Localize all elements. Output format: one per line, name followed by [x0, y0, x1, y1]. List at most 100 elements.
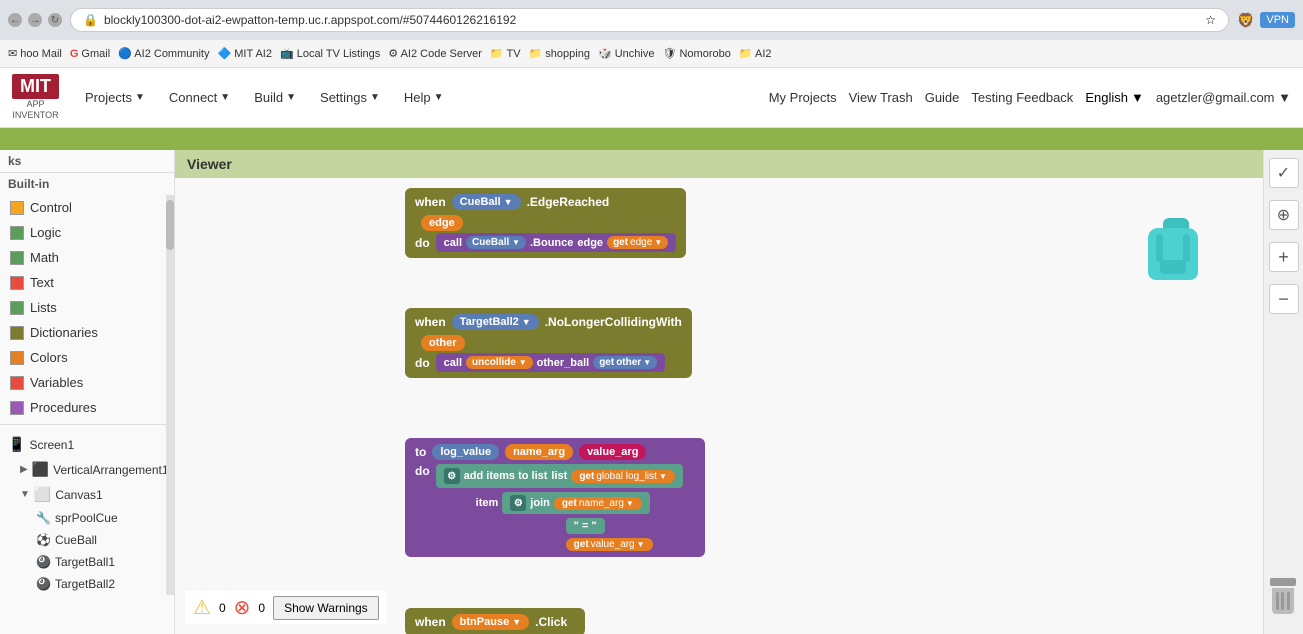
backpack[interactable]: [1148, 218, 1203, 283]
sidebar-item-logic[interactable]: Logic: [0, 220, 174, 245]
do-row-1: do call CueBall ▼ .Bounce edge get edge …: [415, 233, 676, 252]
block-when-targetball2-nolongercolliding[interactable]: when TargetBall2 ▼ .NoLongerCollidingWit…: [405, 308, 692, 378]
refresh-button[interactable]: ↻: [48, 13, 62, 27]
app-inventor-label: APPINVENTOR: [12, 99, 58, 121]
sidebar-item-variables[interactable]: Variables: [0, 370, 174, 395]
control-color-box: [10, 201, 24, 215]
nav-build[interactable]: Build ▼: [244, 84, 306, 111]
bookmark-unchive[interactable]: 🎲 Unchive: [598, 47, 655, 60]
back-button[interactable]: ←: [8, 13, 22, 27]
item-join-row: item ⚙ join get name_arg ▼: [436, 492, 683, 514]
param-row-1: edge: [415, 214, 676, 229]
guide-link[interactable]: Guide: [925, 90, 960, 105]
bookmark-gmail[interactable]: G Gmail: [70, 48, 110, 60]
cueball-label: CueBall: [55, 533, 97, 547]
name-arg-param: name_arg: [505, 444, 573, 460]
my-projects-link[interactable]: My Projects: [769, 90, 837, 105]
sidebar-item-control-label: Control: [30, 200, 72, 215]
show-warnings-button[interactable]: Show Warnings: [273, 596, 379, 620]
expand-icon: ▶: [20, 464, 28, 475]
when-header-3: when btnPause ▼ .Click: [415, 614, 575, 630]
bookmark-hoomail[interactable]: ✉ hoo Mail: [8, 47, 62, 60]
zoom-out-icon[interactable]: −: [1269, 284, 1299, 314]
call-cueball-bounce: call CueBall ▼ .Bounce edge get edge ▼: [436, 233, 677, 252]
sidebar-item-colors-label: Colors: [30, 350, 68, 365]
sidebar-item-control[interactable]: Control: [0, 195, 174, 220]
block-when-btnpause-click[interactable]: when btnPause ▼ .Click: [405, 608, 585, 634]
block-proc-log-value[interactable]: to log_value name_arg value_arg do ⚙: [405, 438, 705, 557]
bookmark-nomorobo[interactable]: 🛡 Nomorobo: [662, 47, 730, 60]
do-label-1: do: [415, 236, 430, 250]
bookmark-ai2community[interactable]: 🔵 AI2 Community: [118, 47, 209, 60]
user-email[interactable]: agetzler@gmail.com ▼: [1156, 90, 1291, 105]
url-text: blockly100300-dot-ai2-ewpatton-temp.uc.r…: [104, 13, 1199, 27]
tree-cueball[interactable]: ⚽ CueBall: [0, 529, 174, 551]
right-panel: ✓ ⊕ + −: [1263, 150, 1303, 634]
backpack-container: [1148, 218, 1203, 283]
view-trash-link[interactable]: View Trash: [849, 90, 913, 105]
blocks-canvas: when CueBall ▼ .EdgeReached edge do call…: [185, 188, 1253, 624]
tree-screen1[interactable]: 📱 Screen1: [0, 432, 174, 457]
sidebar-item-dictionaries[interactable]: Dictionaries: [0, 320, 174, 345]
sidebar-item-colors[interactable]: Colors: [0, 345, 174, 370]
dictionaries-color-box: [10, 326, 24, 340]
language-selector[interactable]: English ▼: [1085, 90, 1144, 105]
sidebar-item-math-label: Math: [30, 250, 59, 265]
sidebar-item-dictionaries-label: Dictionaries: [30, 325, 98, 340]
trash-line-2: [1281, 592, 1284, 610]
viewer-content[interactable]: when CueBall ▼ .EdgeReached edge do call…: [175, 178, 1263, 634]
target-icon[interactable]: ⊕: [1269, 200, 1299, 230]
sidebar-item-math[interactable]: Math: [0, 245, 174, 270]
nav-projects[interactable]: Projects ▼: [75, 84, 155, 111]
bookmark-mitai2[interactable]: 🔷 MIT AI2: [218, 47, 272, 60]
nav-help[interactable]: Help ▼: [394, 84, 454, 111]
btnpause-ref: btnPause ▼: [452, 614, 529, 630]
scrollbar-track: [166, 195, 174, 595]
checkmark-icon[interactable]: ✓: [1269, 158, 1299, 188]
add-items-label: add items to list: [464, 470, 548, 482]
backpack-pocket: [1160, 260, 1186, 274]
header-actions: My Projects View Trash Guide Testing Fee…: [769, 90, 1291, 105]
bookmark-ai2codeserver[interactable]: ⚙ AI2 Code Server: [388, 47, 482, 60]
bookmarks-bar: ✉ hoo Mail G Gmail 🔵 AI2 Community 🔷 MIT…: [0, 40, 1303, 68]
when-label-1: when: [415, 195, 446, 209]
app-header: MIT APPINVENTOR Projects ▼ Connect ▼ Bui…: [0, 68, 1303, 128]
trash-line-1: [1276, 592, 1279, 610]
tree-canvas1[interactable]: ▼ ⬜ Canvas1: [0, 482, 174, 507]
scrollbar-thumb[interactable]: [166, 200, 174, 250]
shield-icon: 🦁: [1237, 12, 1254, 29]
do-row-2: do call uncollide ▼ other_ball get other…: [415, 353, 682, 372]
bookmark-ai2[interactable]: 📁 AI2: [739, 47, 772, 60]
tree-sprpoolcue[interactable]: 🔧 sprPoolCue: [0, 507, 174, 529]
ball2-icon: 🎱: [36, 577, 51, 591]
sidebar-item-text[interactable]: Text: [0, 270, 174, 295]
tree-targetball2[interactable]: 🎱 TargetBall2: [0, 573, 174, 595]
nav-settings[interactable]: Settings ▼: [310, 84, 390, 111]
forward-button[interactable]: →: [28, 13, 42, 27]
get-edge-block: get edge ▼: [607, 236, 668, 249]
screen1-label: Screen1: [29, 438, 74, 452]
bookmark-shopping[interactable]: 📁 shopping: [529, 47, 590, 60]
targetball1-label: TargetBall1: [55, 555, 115, 569]
url-bar[interactable]: 🔒 blockly100300-dot-ai2-ewpatton-temp.uc…: [70, 8, 1229, 32]
call-edge-label: edge: [577, 237, 603, 249]
trash-icon[interactable]: [1267, 578, 1299, 614]
nav-connect[interactable]: Connect ▼: [159, 84, 240, 111]
tree-vertical-arrangement[interactable]: ▶ ⬛ VerticalArrangement1: [0, 457, 174, 482]
block-when-cueball-edgereached[interactable]: when CueBall ▼ .EdgeReached edge do call…: [405, 188, 686, 258]
call-cueball-ref: CueBall ▼: [466, 236, 526, 249]
uncollide-method: uncollide ▼: [466, 356, 533, 369]
bookmark-localtvlistings[interactable]: 📺 Local TV Listings: [280, 47, 380, 60]
ball1-icon: 🎱: [36, 555, 51, 569]
bookmark-tv[interactable]: 📁 TV: [490, 47, 521, 60]
trash-lid: [1270, 578, 1296, 586]
vpn-icon[interactable]: VPN: [1260, 12, 1295, 28]
tree-targetball1[interactable]: 🎱 TargetBall1: [0, 551, 174, 573]
layout-icon: ⬛: [32, 461, 49, 478]
testing-feedback-link[interactable]: Testing Feedback: [971, 90, 1073, 105]
zoom-in-icon[interactable]: +: [1269, 242, 1299, 272]
item-label: item: [476, 497, 499, 509]
sidebar-item-procedures[interactable]: Procedures: [0, 395, 174, 420]
value-arg-param: value_arg: [579, 444, 646, 460]
sidebar-item-lists[interactable]: Lists: [0, 295, 174, 320]
